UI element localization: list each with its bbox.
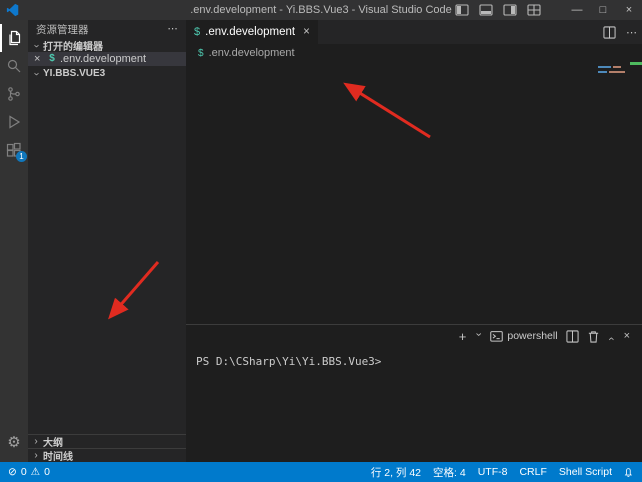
extensions-badge: 1 bbox=[16, 151, 27, 162]
editor-tab-bar: $ .env.development × ⋯ bbox=[186, 20, 642, 44]
terminal-dropdown-icon[interactable]: › bbox=[473, 333, 485, 341]
open-editor-file-name: .env.development bbox=[60, 53, 146, 65]
status-bar: ⊘ 0 ⚠ 0 行 2, 列 42 空格: 4 UTF-8 CRLF Shell… bbox=[0, 462, 642, 482]
run-debug-icon[interactable] bbox=[0, 108, 28, 136]
shell-selector[interactable]: powershell bbox=[490, 330, 557, 343]
warning-count: 0 bbox=[44, 466, 50, 478]
window-controls: — □ × bbox=[450, 0, 642, 20]
extensions-icon[interactable]: 1 bbox=[0, 136, 28, 164]
maximize-button[interactable]: □ bbox=[590, 0, 616, 20]
chevron-down-icon: › bbox=[31, 70, 42, 78]
terminal[interactable]: PS D:\CSharp\Yi\Yi.BBS.Vue3> bbox=[186, 347, 642, 462]
breadcrumb[interactable]: $ .env.development bbox=[186, 44, 642, 62]
title-bar: .env.development - Yi.BBS.Vue3 - Visual … bbox=[0, 0, 642, 20]
encoding-setting[interactable]: UTF-8 bbox=[478, 466, 508, 478]
shell-file-icon: $ bbox=[46, 52, 58, 66]
vscode-window: .env.development - Yi.BBS.Vue3 - Visual … bbox=[0, 0, 642, 482]
editor-area: $ .env.development × ⋯ $ .env.developmen… bbox=[186, 20, 642, 462]
split-terminal-icon[interactable] bbox=[566, 330, 579, 343]
notifications-bell-icon[interactable] bbox=[622, 466, 634, 478]
layout-controls bbox=[450, 4, 546, 16]
open-editors-header[interactable]: › 打开的编辑器 bbox=[28, 38, 186, 52]
editor-more-actions-icon[interactable]: ⋯ bbox=[626, 26, 637, 39]
toggle-secondary-sidebar-icon[interactable] bbox=[503, 4, 517, 16]
error-count: 0 bbox=[21, 466, 27, 478]
eol-setting[interactable]: CRLF bbox=[519, 466, 546, 478]
code-editor[interactable] bbox=[186, 62, 642, 324]
open-editor-item[interactable]: × $ .env.development bbox=[28, 52, 186, 66]
problems-status[interactable]: ⊘ 0 ⚠ 0 bbox=[8, 466, 54, 478]
split-editor-icon[interactable] bbox=[603, 26, 616, 39]
minimap[interactable] bbox=[598, 66, 632, 76]
toggle-sidebar-icon[interactable] bbox=[455, 4, 469, 16]
settings-gear-icon[interactable]: ⚙ bbox=[0, 428, 28, 456]
customize-layout-icon[interactable] bbox=[527, 4, 541, 16]
terminal-actions: + › powershell › × bbox=[455, 329, 634, 344]
open-editors-label: 打开的编辑器 bbox=[43, 38, 103, 53]
sidebar-title-label: 资源管理器 bbox=[36, 22, 89, 37]
close-editor-icon[interactable]: × bbox=[34, 53, 46, 65]
terminal-prompt: PS D:\CSharp\Yi\Yi.BBS.Vue3> bbox=[196, 355, 381, 368]
status-bar-right: 行 2, 列 42 空格: 4 UTF-8 CRLF Shell Script bbox=[359, 465, 634, 480]
bottom-panel: + › powershell › × PS D:\CSharp\Yi\Yi.BB… bbox=[186, 324, 642, 462]
sidebar-header: 资源管理器 ⋯ bbox=[28, 20, 186, 38]
views-more-actions-icon[interactable]: ⋯ bbox=[168, 23, 179, 35]
chevron-right-icon: › bbox=[32, 450, 40, 461]
indentation-setting[interactable]: 空格: 4 bbox=[433, 465, 466, 480]
cursor-position[interactable]: 行 2, 列 42 bbox=[371, 465, 421, 480]
powershell-icon bbox=[490, 330, 503, 343]
panel-tab-bar: + › powershell › × bbox=[186, 325, 642, 347]
tab-label: .env.development bbox=[205, 26, 295, 38]
source-control-icon[interactable] bbox=[0, 80, 28, 108]
search-icon[interactable] bbox=[0, 52, 28, 80]
maximize-panel-icon[interactable]: › bbox=[605, 333, 617, 341]
overview-ruler-mark bbox=[630, 62, 642, 65]
vscode-logo-icon bbox=[6, 3, 20, 17]
explorer-icon[interactable] bbox=[0, 24, 28, 52]
shell-file-icon: $ bbox=[194, 26, 200, 38]
new-terminal-icon[interactable]: + bbox=[459, 329, 467, 344]
tab-close-icon[interactable]: × bbox=[303, 26, 310, 38]
project-name-label: YI.BBS.VUE3 bbox=[43, 68, 105, 79]
outline-label: 大纲 bbox=[43, 434, 63, 449]
sidebar-bottom-sections: › 大纲 › 时间线 bbox=[28, 434, 186, 462]
breadcrumb-file-name: .env.development bbox=[209, 47, 295, 59]
chevron-down-icon: › bbox=[31, 42, 42, 50]
language-mode[interactable]: Shell Script bbox=[559, 466, 612, 478]
minimize-button[interactable]: — bbox=[564, 0, 590, 20]
errors-icon: ⊘ bbox=[8, 466, 17, 478]
project-section-header[interactable]: › YI.BBS.VUE3 bbox=[28, 66, 186, 80]
close-panel-icon[interactable]: × bbox=[624, 330, 630, 342]
editor-actions: ⋯ bbox=[598, 20, 642, 44]
outline-section-header[interactable]: › 大纲 bbox=[28, 434, 186, 448]
timeline-section-header[interactable]: › 时间线 bbox=[28, 448, 186, 462]
tab-env-development[interactable]: $ .env.development × bbox=[186, 20, 318, 44]
shell-file-icon: $ bbox=[198, 48, 204, 59]
main-area: 1 ⚙ 资源管理器 ⋯ › 打开的编辑器 × $ .env.developmen… bbox=[0, 20, 642, 462]
kill-terminal-icon[interactable] bbox=[587, 330, 600, 343]
chevron-right-icon: › bbox=[32, 436, 40, 447]
activity-bar: 1 ⚙ bbox=[0, 20, 28, 462]
close-button[interactable]: × bbox=[616, 0, 642, 20]
timeline-label: 时间线 bbox=[43, 448, 73, 463]
toggle-panel-icon[interactable] bbox=[479, 4, 493, 16]
shell-label: powershell bbox=[507, 330, 557, 342]
warnings-icon: ⚠ bbox=[31, 466, 40, 478]
explorer-sidebar: 资源管理器 ⋯ › 打开的编辑器 × $ .env.development › … bbox=[28, 20, 186, 462]
